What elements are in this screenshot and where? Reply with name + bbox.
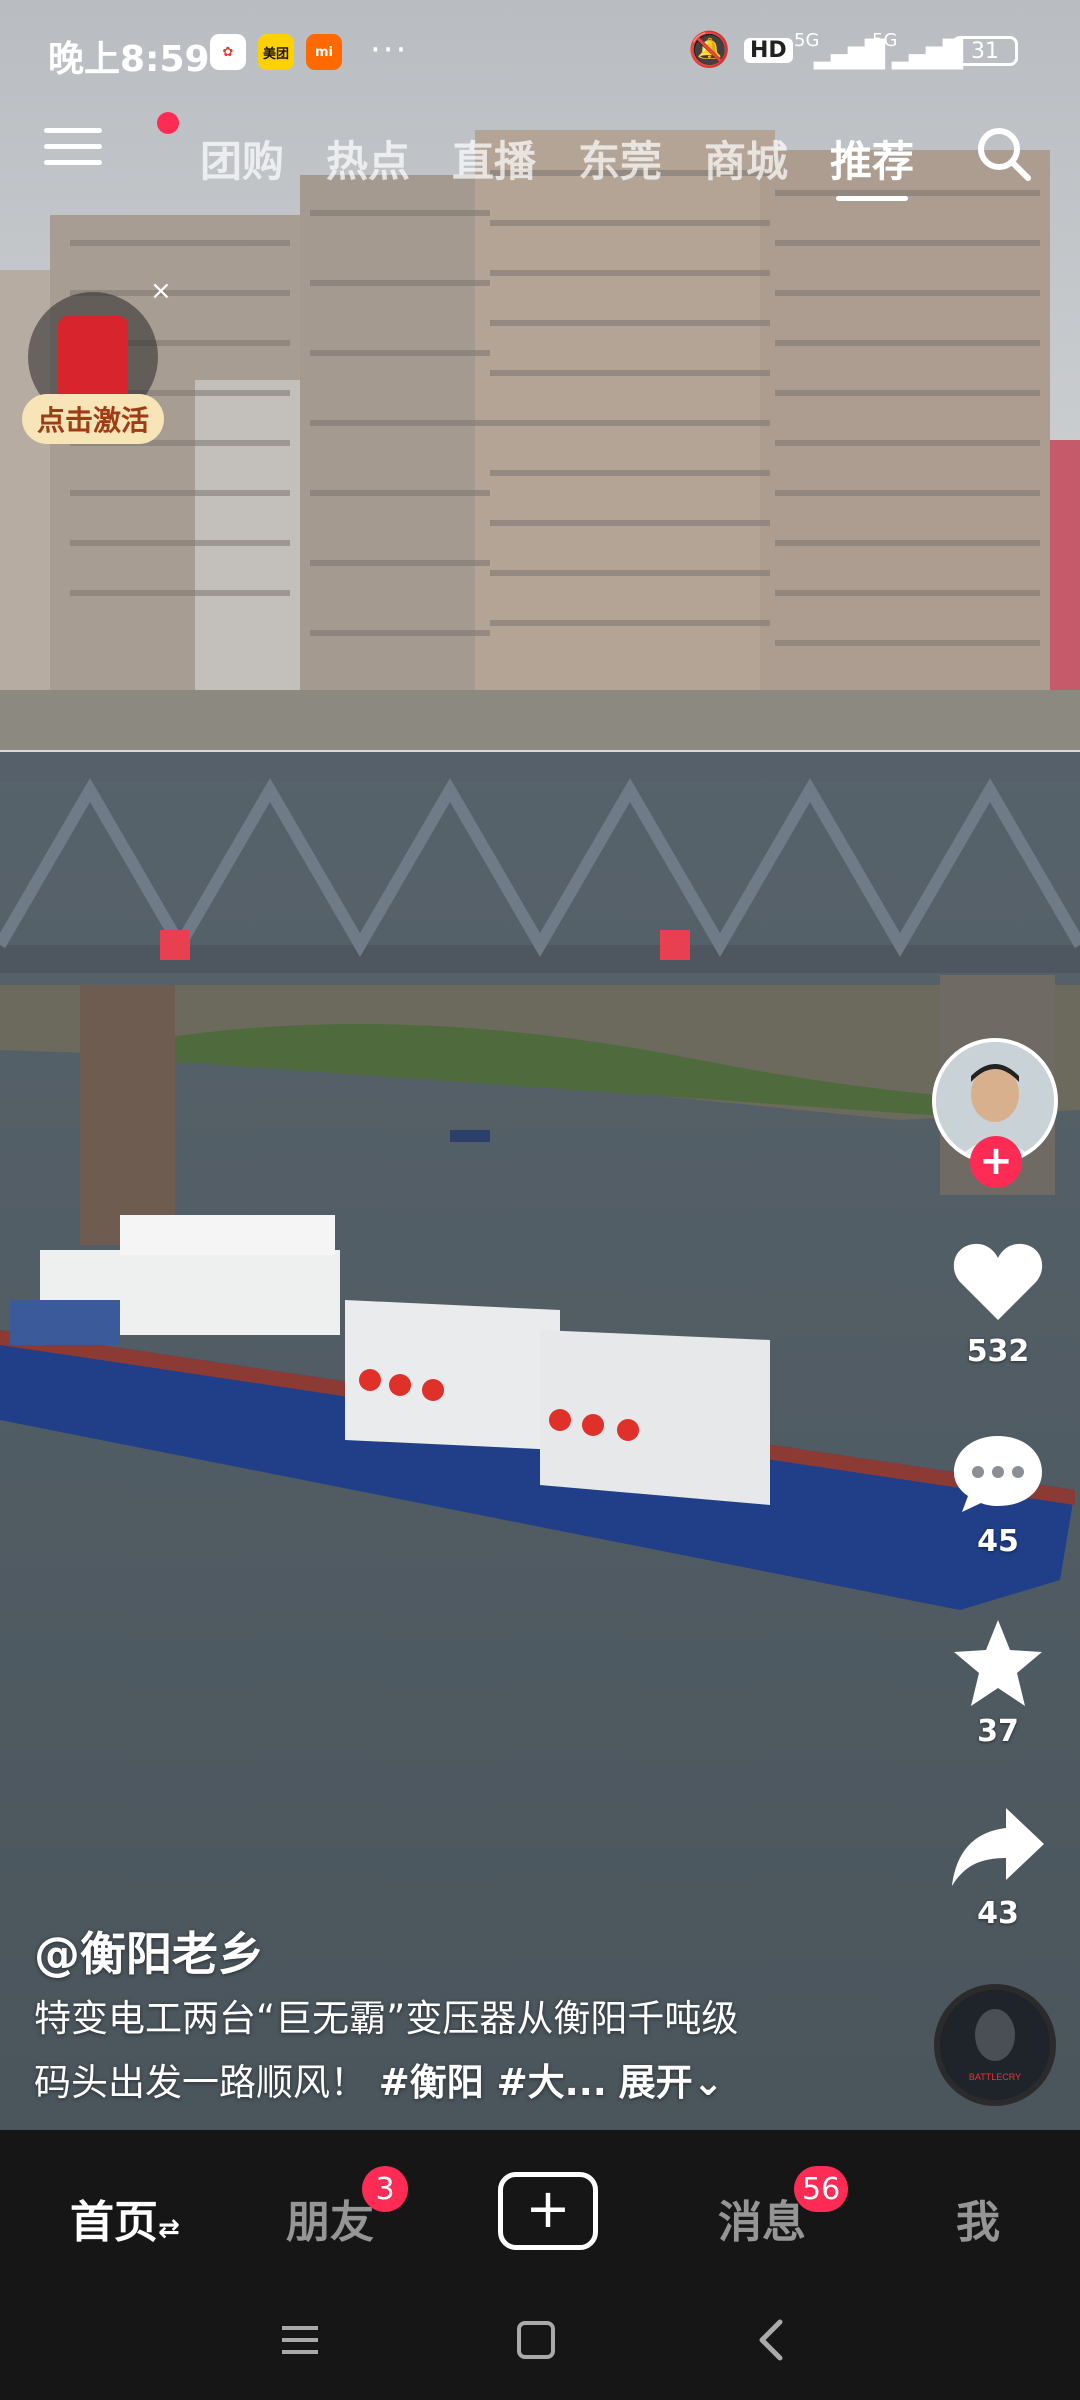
meituan-icon: 美团 [258,34,294,70]
notification-dot [157,112,179,134]
tab-me[interactable]: 我 [956,2186,1000,2250]
friends-badge: 3 [362,2166,408,2212]
music-disc[interactable]: BATTLECRY [934,1984,1056,2106]
close-icon[interactable]: × [150,276,172,306]
signal-icon-2: ▂▄▆█ [892,40,963,70]
tab-hot[interactable]: 热点 [326,128,410,189]
hd-icon: HD [744,38,793,63]
caption-line-2: 码头出发一路顺风！ #衡阳 #大... 展开⌄ [34,2052,724,2106]
favorite-star-icon[interactable] [948,1614,1048,1714]
caption-line-1: 特变电工两台“巨无霸”变压器从衡阳千吨级 [34,1997,739,2040]
music-disc-text: BATTLECRY [969,2072,1021,2082]
follow-button[interactable]: + [970,1136,1022,1188]
red-envelope-icon [58,316,128,402]
tab-home[interactable]: 首页⇄ [70,2186,180,2250]
more-notifications-icon: ··· [370,30,409,70]
tab-group-buy[interactable]: 团购 [200,128,284,189]
like-icon[interactable] [948,1232,1048,1332]
author-name[interactable]: @衡阳老乡 [34,1918,264,1984]
tab-messages[interactable]: 消息 [718,2186,806,2250]
mute-icon: 🔕 [688,30,731,70]
search-icon[interactable] [974,124,1034,184]
back-icon[interactable] [742,2310,802,2370]
mi-icon: mi [306,34,342,70]
home-system-icon[interactable] [506,2310,566,2370]
like-count: 532 [966,1334,1030,1369]
tab-friends[interactable]: 朋友 [286,2186,374,2250]
active-tab-indicator [836,196,908,201]
video-frame[interactable] [0,0,1080,2130]
recent-apps-icon[interactable] [270,2310,330,2370]
status-time: 晚上8:59 [48,39,210,80]
battery-icon: 31 [952,36,1018,66]
notification-app-icon: ✿ [210,34,246,70]
caption-text: 码头出发一路顺风！ [34,2061,367,2104]
tab-home-label: 首页 [70,2197,158,2248]
comment-count: 45 [977,1524,1019,1559]
tab-live[interactable]: 直播 [452,128,536,189]
caption-hashtags[interactable]: #衡阳 #大... [379,2061,607,2104]
menu-icon[interactable] [44,128,102,172]
share-count: 43 [977,1896,1019,1931]
tab-recommend[interactable]: 推荐 [830,128,914,189]
refresh-icon: ⇄ [158,2214,180,2244]
activate-button[interactable]: 点击激活 [22,394,164,444]
tab-mall[interactable]: 商城 [704,128,788,189]
share-icon[interactable] [948,1798,1048,1898]
messages-badge: 56 [794,2166,849,2212]
favorite-count: 37 [977,1714,1019,1749]
tab-dongguan[interactable]: 东莞 [578,128,662,189]
create-button[interactable]: + [498,2172,598,2250]
expand-button[interactable]: 展开⌄ [619,2061,724,2104]
comment-icon[interactable] [948,1424,1048,1524]
